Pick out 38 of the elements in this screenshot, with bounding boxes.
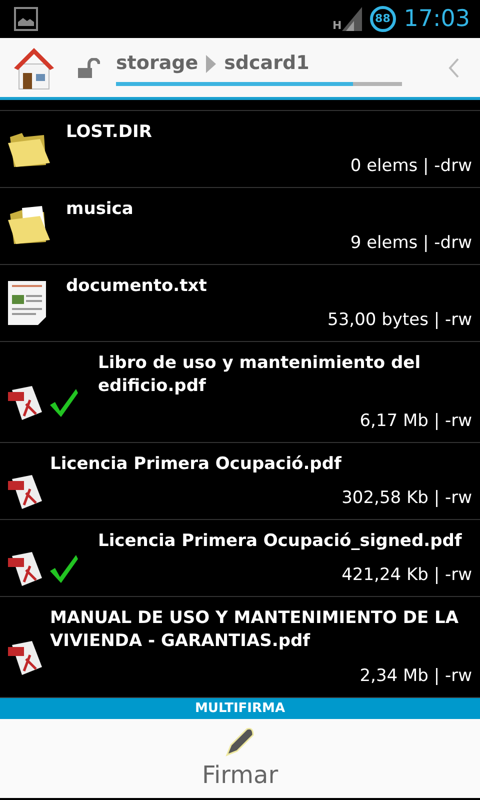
picture-icon <box>14 7 38 31</box>
unlock-icon[interactable] <box>78 58 100 78</box>
file-name: musica <box>66 198 134 221</box>
folder-icon <box>8 206 50 246</box>
file-row[interactable]: LOST.DIR 0 elems | -drw <box>0 111 480 188</box>
file-name: LOST.DIR <box>66 121 153 144</box>
file-name: documento.txt <box>66 275 208 298</box>
file-name: Licencia Primera Ocupació.pdf <box>50 453 342 476</box>
section-header: MULTIFIRMA <box>0 698 480 719</box>
pencil-icon <box>225 727 255 757</box>
file-info: 6,17 Mb | -rw <box>358 410 472 432</box>
file-info: 2,34 Mb | -rw <box>358 664 472 688</box>
file-row[interactable]: musica 9 elems | -drw <box>0 188 480 265</box>
chevron-right-icon <box>206 54 216 72</box>
clock: 17:03 <box>404 4 470 34</box>
pdf-icon <box>8 386 42 420</box>
file-name: Licencia Primera Ocupació_signed.pdf <box>98 530 463 553</box>
file-info: 53,00 bytes | -rw <box>326 308 472 332</box>
home-icon[interactable] <box>14 46 54 90</box>
file-row[interactable]: Licencia Primera Ocupació.pdf 302,58 Kb | -rw <box>0 443 480 520</box>
signal-icon <box>342 7 362 31</box>
document-icon <box>8 281 46 325</box>
breadcrumb-item[interactable]: sdcard1 <box>224 49 310 78</box>
file-info: 0 elems | -drw <box>349 154 472 178</box>
pdf-icon <box>8 475 42 509</box>
pdf-icon <box>8 552 42 586</box>
file-name: Libro de uso y mantenimiento del edificio.pdf <box>98 352 422 398</box>
pdf-icon <box>8 641 42 675</box>
file-row[interactable]: Libro de uso y mantenimiento del edificio.pdf 6,17 Mb | -rw <box>0 342 480 443</box>
breadcrumb-item[interactable]: storage <box>116 49 198 78</box>
file-row[interactable]: documento.txt 53,00 bytes | -rw <box>0 265 480 342</box>
file-info: 9 elems | -drw <box>349 232 472 254</box>
network-type: H <box>332 20 342 31</box>
file-info: 421,24 Kb | -rw <box>340 564 472 586</box>
file-name: MANUAL DE USO Y MANTENIMIENTO DE LA VIVIENDA - GARANTIAS.pdf <box>50 607 460 653</box>
battery-badge: 88 <box>370 6 396 32</box>
file-info: 302,58 Kb | -rw <box>340 486 472 510</box>
file-row[interactable]: Licencia Primera Ocupació_signed.pdf 421,24 Kb | -rw <box>0 520 480 597</box>
